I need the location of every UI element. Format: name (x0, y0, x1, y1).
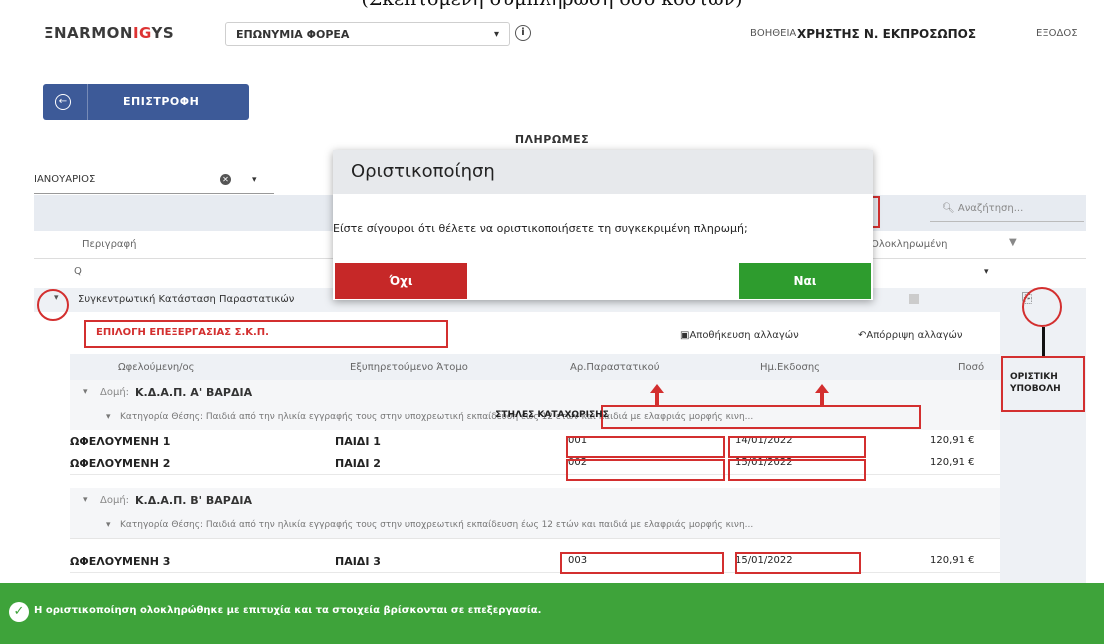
filter-icon[interactable]: ▼ (1009, 237, 1017, 248)
annotation-entry-columns: ΣΤΗΛΕΣ ΚΑΤΑΧΩΡΙΣΗΣ (495, 410, 609, 420)
document-caption: (Σκεπτομένη συμπλήρωση όσο κόστων) (0, 0, 1104, 10)
info-icon[interactable]: i (515, 25, 531, 41)
col-completed[interactable]: Ολοκληρωμένη (871, 239, 947, 250)
completed-checkbox[interactable] (909, 294, 919, 304)
toast-message: Η οριστικοποίηση ολοκληρώθηκε με επιτυχί… (34, 605, 542, 616)
app-logo: ΞNARMONIGYS (44, 24, 175, 42)
dialog-title: Οριστικοποίηση (351, 161, 495, 182)
collapse-icon[interactable]: ▾ (106, 520, 111, 530)
col-description[interactable]: Περιγραφή (82, 239, 136, 250)
org-select[interactable]: ΕΠΩΝΥΜΙΑ ΦΟΡΕΑ ▾ (225, 22, 510, 46)
collapse-icon[interactable]: ▾ (83, 495, 88, 505)
no-button[interactable]: Όχι (335, 263, 467, 299)
detail-grid-header: Ωφελούμενη/ος Εξυπηρετούμενο Άτομο Αρ.Πα… (70, 354, 1000, 381)
chevron-down-icon: ▾ (493, 29, 499, 40)
annotation-edit-selection: ΕΠΙΛΟΓΗ ΕΠΕΞΕΡΓΑΣΙΑΣ Σ.Κ.Π. (96, 327, 269, 338)
annotation-box (566, 459, 725, 481)
collapse-icon[interactable]: ▾ (83, 387, 88, 397)
annotation-final-submit: ΟΡΙΣΤΙΚΗ (1010, 372, 1058, 382)
back-button[interactable]: ← ΕΠΙΣΤΡΟΦΗ (43, 84, 249, 120)
user-name[interactable]: ΧΡΗΣΤΗΣ Ν. ΕΚΠΡΟΣΩΠΟΣ (797, 27, 976, 41)
discard-changes-button[interactable]: ↶Απόρριψη αλλαγών (858, 330, 962, 341)
arrow-shaft (820, 392, 824, 405)
col-doc-number[interactable]: Αρ.Παραστατικού (570, 362, 660, 373)
logout-link[interactable]: ΕΞΟΔΟΣ (1036, 28, 1078, 39)
dialog-header: Οριστικοποίηση (333, 150, 873, 194)
col-issue-date[interactable]: Ημ.Εκδοσης (760, 362, 820, 373)
col-person[interactable]: Εξυπηρετούμενο Άτομο (350, 362, 468, 373)
detail-toolbar: ▣Αποθήκευση αλλαγών ↶Απόρριψη αλλαγών (640, 330, 1000, 348)
annotation-box (735, 552, 861, 574)
arrow-left-icon: ← (55, 94, 71, 110)
annotation-circle (1022, 287, 1062, 327)
connector-line (1042, 327, 1045, 357)
chevron-down-icon[interactable]: ▾ (984, 267, 989, 277)
save-changes-button[interactable]: ▣Αποθήκευση αλλαγών (680, 330, 799, 341)
col-amount[interactable]: Ποσό (958, 362, 984, 373)
domain-group-row[interactable]: ▾ Δομή: Κ.Δ.Α.Π. Α' ΒΑΡΔΙΑ (70, 380, 1000, 407)
success-toast: ✓ Η οριστικοποίηση ολοκληρώθηκε με επιτυ… (0, 583, 1104, 644)
annotation-box (728, 436, 866, 458)
annotation-box (566, 436, 725, 458)
back-button-label: ΕΠΙΣΤΡΟΦΗ (123, 95, 200, 108)
search-icon[interactable]: Q (74, 266, 82, 277)
annotation-final-submit: ΥΠΟΒΟΛΗ (1010, 384, 1061, 394)
annotation-circle (37, 289, 69, 321)
confirm-dialog: Οριστικοποίηση Είστε σίγουροι ότι θέλετε… (333, 150, 873, 300)
clear-icon[interactable]: ✕ (220, 174, 231, 185)
group-row-label: Συγκεντρωτική Κατάσταση Παραστατικών (78, 294, 295, 305)
search-icon: 🔍︎ (942, 203, 958, 214)
page-title: ΠΛΗΡΩΜΕΣ (514, 133, 590, 146)
yes-button[interactable]: Ναι (739, 263, 871, 299)
arrow-shaft (655, 392, 659, 405)
annotation-box (560, 552, 724, 574)
category-group-row[interactable]: ▾ Κατηγορία Θέσης: Παιδιά από την ηλικία… (70, 514, 1000, 539)
annotation-box (728, 459, 866, 481)
help-link[interactable]: ΒΟΗΘΕΙΑ (750, 28, 796, 39)
search-input[interactable]: 🔍︎ Αναζήτηση... (930, 196, 1084, 222)
check-icon: ✓ (9, 602, 29, 622)
domain-group-row[interactable]: ▾ Δομή: Κ.Δ.Α.Π. Β' ΒΑΡΔΙΑ (70, 488, 1000, 515)
col-beneficiary[interactable]: Ωφελούμενη/ος (118, 362, 195, 373)
dialog-message: Είστε σίγουροι ότι θέλετε να οριστικοποι… (333, 222, 748, 235)
chevron-down-icon[interactable]: ▾ (252, 167, 257, 193)
button-divider (87, 84, 88, 120)
month-select[interactable]: ΙΑΝΟΥΑΡΙΟΣ ✕ ▾ (34, 167, 274, 194)
